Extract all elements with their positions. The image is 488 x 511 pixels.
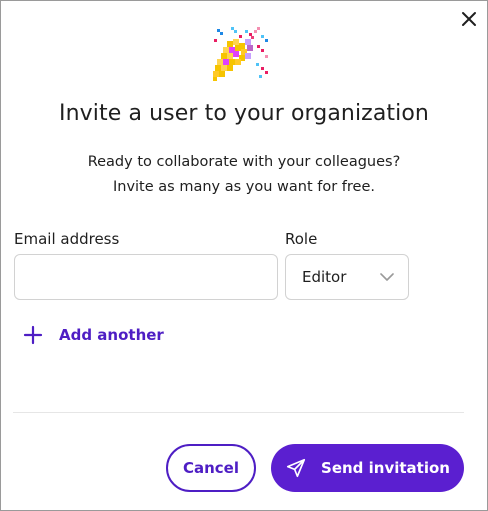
role-selected-value: Editor <box>302 268 347 286</box>
send-icon <box>286 458 306 478</box>
role-label: Role <box>285 230 318 248</box>
email-label: Email address <box>14 230 120 248</box>
close-button[interactable] <box>457 7 481 31</box>
chevron-down-icon <box>380 272 394 282</box>
dialog-title: Invite a user to your organization <box>59 101 429 126</box>
add-another-label: Add another <box>59 326 164 344</box>
invite-dialog: Invite a user to your organization Ready… <box>0 0 488 511</box>
email-input[interactable] <box>14 254 278 300</box>
party-popper-icon <box>213 27 268 81</box>
plus-icon <box>23 325 43 345</box>
close-icon <box>462 12 476 26</box>
cancel-button[interactable]: Cancel <box>166 444 256 492</box>
add-another-button[interactable]: Add another <box>23 321 164 349</box>
footer-divider <box>13 412 464 413</box>
subtitle-line-1: Ready to collaborate with your colleague… <box>87 154 401 170</box>
role-select[interactable]: Editor <box>285 254 409 300</box>
send-invitation-button[interactable]: Send invitation <box>271 444 464 492</box>
subtitle-line-2: Invite as many as you want for free. <box>112 179 375 195</box>
send-invitation-label: Send invitation <box>321 459 450 477</box>
dialog-subtitle: Ready to collaborate with your colleague… <box>1 150 487 200</box>
